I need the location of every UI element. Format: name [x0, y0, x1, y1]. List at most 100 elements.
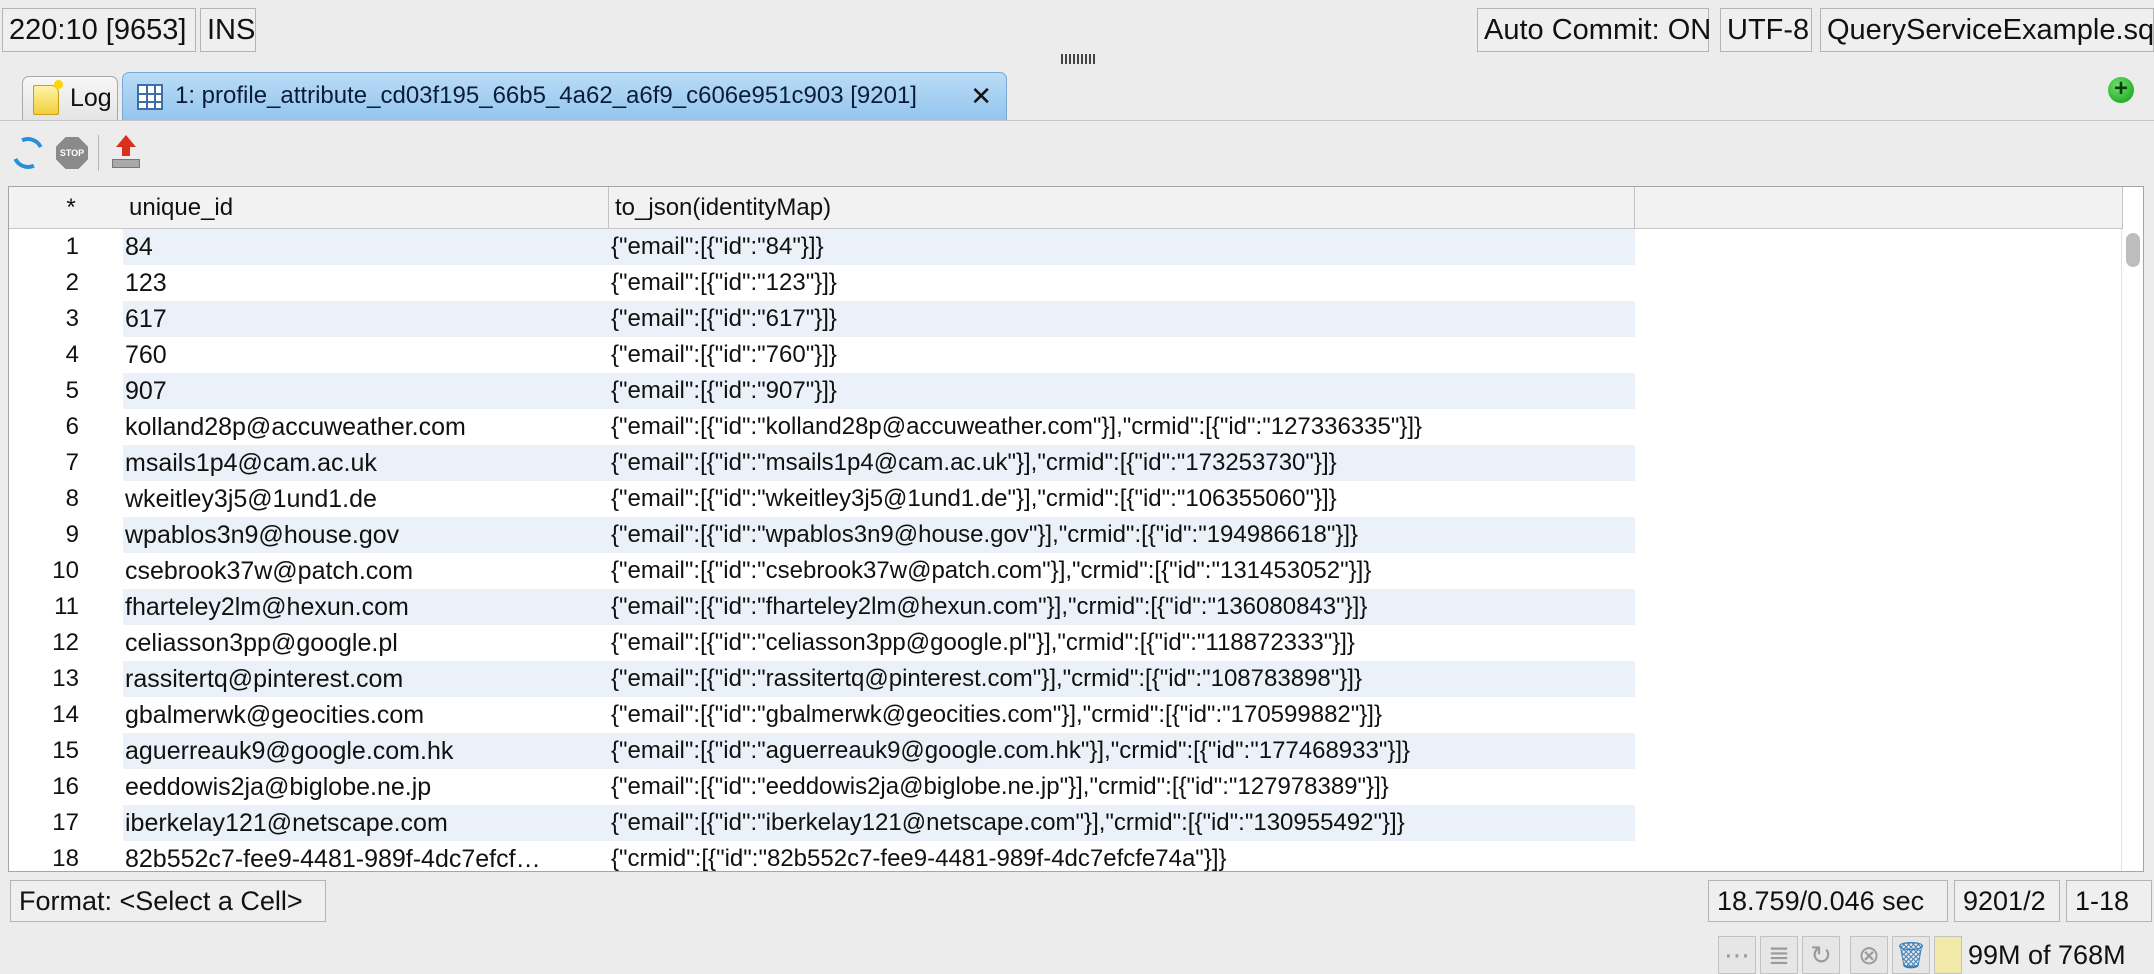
cell-unique-id[interactable]: iberkelay121@netscape.com — [125, 805, 605, 841]
table-row[interactable]: 18 82b552c7-fee9-4481-989f-4dc7efcf… {"crm… — [9, 841, 2123, 872]
column-header-unique-id[interactable]: unique_id — [123, 187, 609, 229]
table-row[interactable]: 8 wkeitley3j5@1und1.de {"email":[{"id":"wk… — [9, 481, 2123, 517]
table-row[interactable]: 7 msails1p4@cam.ac.uk {"email":[{"id":"msa… — [9, 445, 2123, 481]
file-name-indicator: QueryServiceExample.sql* — [1820, 8, 2154, 52]
gc-icon[interactable]: ⋯ — [1718, 936, 1756, 974]
result-toolbar: STOP — [0, 120, 2154, 184]
result-grid: * unique_id to_json(identityMap) 1 84 {"em… — [8, 186, 2144, 872]
toolbar-separator — [98, 135, 99, 171]
table-row[interactable]: 2 123 {"email":[{"id":"123"}]} — [9, 265, 2123, 301]
table-row[interactable]: 15 aguerreauk9@google.com.hk {"email":[{"i… — [9, 733, 2123, 769]
cell-identity-map[interactable]: {"email":[{"id":"123"}]} — [611, 265, 1631, 301]
table-row[interactable]: 9 wpablos3n9@house.gov {"email":[{"id":"wp… — [9, 517, 2123, 553]
cell-unique-id[interactable]: wpablos3n9@house.gov — [125, 517, 605, 553]
cell-format-selector[interactable]: Format: <Select a Cell> — [10, 880, 326, 922]
table-row[interactable]: 10 csebrook37w@patch.com {"email":[{"id":"… — [9, 553, 2123, 589]
cell-identity-map[interactable]: {"email":[{"id":"celiasson3pp@google.pl"… — [611, 625, 1631, 661]
cell-unique-id[interactable]: 760 — [125, 337, 605, 373]
cell-unique-id[interactable]: fharteley2lm@hexun.com — [125, 589, 605, 625]
tab-query-result-label: 1: profile_attribute_cd03f195_66b5_4a62_… — [175, 82, 917, 109]
cell-identity-map[interactable]: {"email":[{"id":"kolland28p@accuweather.… — [611, 409, 1631, 445]
cell-unique-id[interactable]: 907 — [125, 373, 605, 409]
cell-unique-id[interactable]: 82b552c7-fee9-4481-989f-4dc7efcf… — [125, 841, 605, 871]
row-number: 13 — [52, 665, 79, 692]
cell-identity-map[interactable]: {"email":[{"id":"csebrook37w@patch.com"}… — [611, 553, 1631, 589]
table-row[interactable]: 13 rassitertq@pinterest.com {"email":[{"id… — [9, 661, 2123, 697]
cell-unique-id[interactable]: kolland28p@accuweather.com — [125, 409, 605, 445]
table-row[interactable]: 12 celiasson3pp@google.pl {"email":[{"id":… — [9, 625, 2123, 661]
cursor-position: 220:10 [9653] — [2, 8, 196, 52]
cell-identity-map[interactable]: {"email":[{"id":"84"}]} — [611, 229, 1631, 265]
cell-unique-id[interactable]: celiasson3pp@google.pl — [125, 625, 605, 661]
row-number: 15 — [52, 737, 79, 764]
cell-unique-id[interactable]: eeddowis2ja@biglobe.ne.jp — [125, 769, 605, 805]
cell-identity-map[interactable]: {"email":[{"id":"617"}]} — [611, 301, 1631, 337]
cancel-icon[interactable]: ⊗ — [1850, 936, 1888, 974]
table-row[interactable]: 3 617 {"email":[{"id":"617"}]} — [9, 301, 2123, 337]
splitter-grip[interactable] — [1061, 54, 1097, 64]
cell-unique-id[interactable]: gbalmerwk@geocities.com — [125, 697, 605, 733]
cell-unique-id[interactable]: 617 — [125, 301, 605, 337]
scrollbar-thumb[interactable] — [2126, 233, 2140, 267]
cell-identity-map[interactable]: {"email":[{"id":"gbalmerwk@geocities.com… — [611, 697, 1631, 733]
cell-identity-map[interactable]: {"email":[{"id":"wpablos3n9@house.gov"}]… — [611, 517, 1631, 553]
memory-status-bar: ⋯ ≣ ↻ ⊗ 🗑 99M of 768M — [0, 930, 2154, 974]
table-row[interactable]: 16 eeddowis2ja@biglobe.ne.jp {"email":[{"i… — [9, 769, 2123, 805]
row-number: 16 — [52, 773, 79, 800]
cell-identity-map[interactable]: {"email":[{"id":"aguerreauk9@google.com.… — [611, 733, 1631, 769]
close-tab-icon[interactable]: ✕ — [970, 73, 992, 119]
auto-commit-toggle[interactable]: Auto Commit: ON — [1477, 8, 1711, 52]
cell-identity-map[interactable]: {"email":[{"id":"rassitertq@pinterest.co… — [611, 661, 1631, 697]
cell-unique-id[interactable]: csebrook37w@patch.com — [125, 553, 605, 589]
query-timing: 18.759/0.046 sec — [1708, 880, 1948, 922]
row-number: 12 — [52, 629, 79, 656]
result-info-bar: Format: <Select a Cell> 18.759/0.046 sec… — [0, 876, 2154, 924]
stop-icon[interactable]: STOP — [56, 137, 88, 169]
result-tabs: Log 1: profile_attribute_cd03f195_66b5_4… — [0, 70, 2154, 120]
table-row[interactable]: 5 907 {"email":[{"id":"907"}]} — [9, 373, 2123, 409]
add-tab-icon[interactable]: + — [2108, 77, 2134, 103]
column-header-row-number[interactable]: * — [9, 187, 123, 229]
grid-icon — [137, 84, 163, 110]
column-header-identity-map[interactable]: to_json(identityMap) — [609, 187, 1635, 229]
cell-identity-map[interactable]: {"email":[{"id":"fharteley2lm@hexun.com"… — [611, 589, 1631, 625]
cell-unique-id[interactable]: 123 — [125, 265, 605, 301]
tab-log-label: Log — [70, 84, 112, 112]
cell-identity-map[interactable]: {"email":[{"id":"907"}]} — [611, 373, 1631, 409]
refresh-icon[interactable]: ↻ — [1802, 936, 1840, 974]
insert-mode-indicator[interactable]: INS — [200, 8, 256, 52]
cell-identity-map[interactable]: {"email":[{"id":"eeddowis2ja@biglobe.ne.… — [611, 769, 1631, 805]
tab-log[interactable]: Log — [22, 76, 118, 120]
cell-identity-map[interactable]: {"email":[{"id":"msails1p4@cam.ac.uk"}],… — [611, 445, 1631, 481]
note-icon — [33, 80, 63, 115]
column-header-filler — [1635, 187, 2123, 229]
table-row[interactable]: 4 760 {"email":[{"id":"760"}]} — [9, 337, 2123, 373]
row-number: 18 — [52, 845, 79, 872]
row-number: 8 — [65, 485, 79, 512]
vertical-scrollbar[interactable] — [2121, 229, 2143, 871]
row-range: 1-18 — [2066, 880, 2152, 922]
cell-unique-id[interactable]: aguerreauk9@google.com.hk — [125, 733, 605, 769]
table-row[interactable]: 14 gbalmerwk@geocities.com {"email":[{"id"… — [9, 697, 2123, 733]
table-row[interactable]: 6 kolland28p@accuweather.com {"email":[{"i… — [9, 409, 2123, 445]
memory-usage: 99M of 768M — [1968, 940, 2126, 970]
cell-identity-map[interactable]: {"email":[{"id":"iberkelay121@netscape.c… — [611, 805, 1631, 841]
cell-identity-map[interactable]: {"email":[{"id":"760"}]} — [611, 337, 1631, 373]
cell-unique-id[interactable]: rassitertq@pinterest.com — [125, 661, 605, 697]
cell-identity-map[interactable]: {"crmid":[{"id":"82b552c7-fee9-4481-989f… — [611, 841, 1631, 871]
row-count: 9201/2 — [1954, 880, 2060, 922]
table-row[interactable]: 17 iberkelay121@netscape.com {"email":[{"i… — [9, 805, 2123, 841]
trash-icon[interactable]: 🗑 — [1892, 936, 1930, 974]
table-row[interactable]: 1 84 {"email":[{"id":"84"}]} — [9, 229, 2123, 265]
encoding-indicator[interactable]: UTF-8 — [1720, 8, 1812, 52]
row-number: 14 — [52, 701, 79, 728]
cell-unique-id[interactable]: 84 — [125, 229, 605, 265]
cell-unique-id[interactable]: wkeitley3j5@1und1.de — [125, 481, 605, 517]
export-icon[interactable] — [112, 135, 140, 171]
table-row[interactable]: 11 fharteley2lm@hexun.com {"email":[{"id":… — [9, 589, 2123, 625]
stack-icon[interactable]: ≣ — [1760, 936, 1798, 974]
refresh-icon[interactable] — [7, 132, 49, 174]
cell-unique-id[interactable]: msails1p4@cam.ac.uk — [125, 445, 605, 481]
cell-identity-map[interactable]: {"email":[{"id":"wkeitley3j5@1und1.de"}]… — [611, 481, 1631, 517]
tab-query-result[interactable]: 1: profile_attribute_cd03f195_66b5_4a62_… — [122, 72, 1007, 120]
